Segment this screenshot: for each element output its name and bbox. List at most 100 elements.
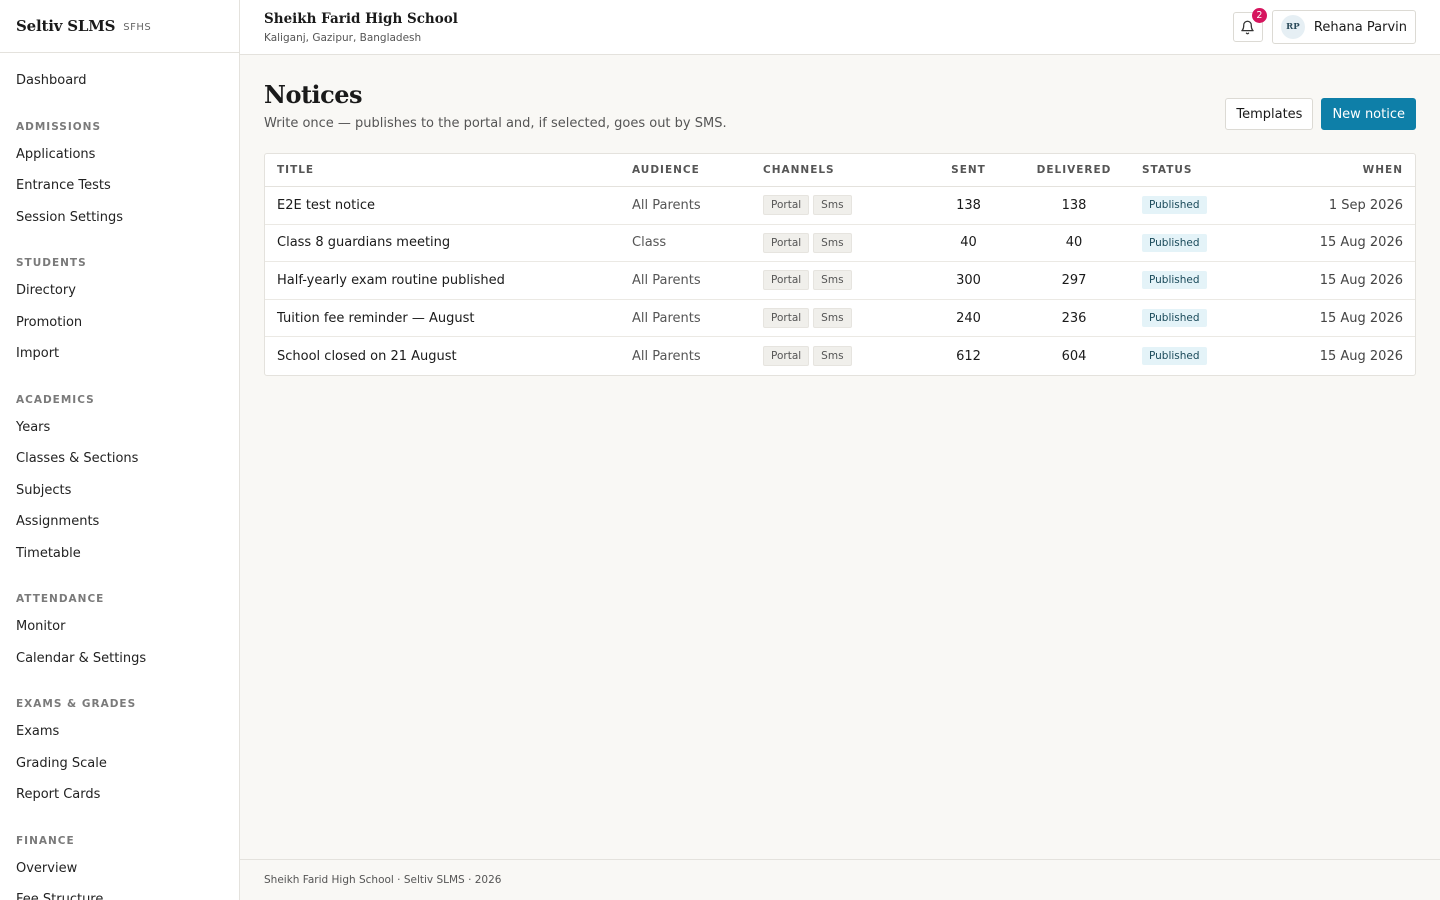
bell-icon [1241, 20, 1255, 34]
notice-delivered-count: 40 [1065, 235, 1083, 251]
footer: Sheikh Farid High School · Seltiv SLMS ·… [240, 859, 1440, 900]
sidebar: Seltiv SLMS SFHS Dashboard ADMISSIONS App… [0, 0, 240, 900]
notice-title[interactable]: School closed on 21 August [277, 349, 632, 364]
page-subtitle: Write once — publishes to the portal and… [264, 116, 727, 131]
notice-sent-count: 240 [956, 310, 981, 326]
sidebar-item-classes-and-sections[interactable]: Classes & Sections [0, 443, 239, 475]
notice-audience: All Parents [632, 310, 701, 326]
channel-chip: Portal [763, 346, 810, 367]
channel-chip: Portal [763, 232, 810, 253]
notice-title[interactable]: Half-yearly exam routine published [277, 273, 632, 288]
notice-delivered-count: 138 [1061, 197, 1087, 213]
status-badge: Published [1142, 196, 1207, 215]
notice-channels: Portal Sms [763, 195, 931, 216]
sidebar-item-calendar-and-settings[interactable]: Calendar & Settings [0, 643, 239, 675]
table-row[interactable]: E2E test notice All Parents Portal Sms 138 13… [265, 187, 1415, 225]
table-row[interactable]: School closed on 21 August All Parents Por… [265, 337, 1415, 375]
column-header-delivered[interactable]: DELIVERED [1006, 164, 1142, 176]
channel-chip: Sms [813, 195, 852, 216]
sidebar-item-entrance-tests[interactable]: Entrance Tests [0, 170, 239, 202]
table-row[interactable]: Class 8 guardians meeting Class Portal Sms 4… [265, 225, 1415, 263]
sidebar-item-grading-scale[interactable]: Grading Scale [0, 748, 239, 780]
notice-audience: All Parents [632, 272, 701, 288]
new-notice-button[interactable]: New notice [1321, 98, 1416, 130]
notice-date: 15 Aug 2026 [1319, 272, 1403, 288]
channel-chip: Portal [763, 195, 810, 216]
notice-sent-count: 40 [960, 235, 977, 251]
channel-chip: Sms [813, 308, 852, 329]
school-info: Sheikh Farid High School Kaliganj, Gazip… [264, 11, 458, 44]
sidebar-item-exams[interactable]: Exams [0, 716, 239, 748]
avatar: RP [1280, 15, 1305, 39]
sidebar-item-promotion[interactable]: Promotion [0, 307, 239, 339]
notice-date: 15 Aug 2026 [1319, 348, 1403, 364]
notification-count-badge: 2 [1251, 8, 1267, 23]
status-badge: Published [1142, 347, 1207, 366]
table-header-row: TITLE AUDIENCE CHANNELS SENT DELIVERED S… [265, 154, 1415, 187]
sidebar-item-years[interactable]: Years [0, 412, 239, 444]
notice-date: 15 Aug 2026 [1319, 310, 1403, 326]
sidebar-item-applications[interactable]: Applications [0, 139, 239, 171]
notice-title[interactable]: E2E test notice [277, 198, 632, 213]
sidebar-item-monitor[interactable]: Monitor [0, 611, 239, 643]
column-header-sent[interactable]: SENT [931, 164, 1006, 176]
sidebar-section-admissions: ADMISSIONS [16, 120, 102, 133]
user-name: Rehana Parvin [1313, 19, 1407, 35]
notice-title[interactable]: Tuition fee reminder — August [277, 311, 632, 326]
sidebar-section-exams-and-grades: EXAMS & GRADES [16, 698, 137, 710]
sidebar-section-attendance: ATTENDANCE [16, 593, 105, 605]
notice-channels: Portal Sms [763, 346, 931, 367]
sidebar-item-directory[interactable]: Directory [0, 275, 239, 307]
templates-button[interactable]: Templates [1225, 98, 1314, 130]
sidebar-item-overview[interactable]: Overview [0, 853, 239, 885]
column-header-channels[interactable]: CHANNELS [763, 164, 931, 176]
table-row[interactable]: Tuition fee reminder — August All Parents… [265, 300, 1415, 338]
page-actions: Templates New notice [1225, 98, 1416, 130]
sidebar-item-import[interactable]: Import [0, 338, 239, 370]
notice-status: Published [1142, 347, 1234, 366]
notice-channels: Portal Sms [763, 232, 931, 253]
notice-audience: Class [632, 235, 667, 251]
table-row[interactable]: Half-yearly exam routine published All Pa… [265, 262, 1415, 300]
brand[interactable]: Seltiv SLMS SFHS [0, 0, 239, 53]
sidebar-item-report-cards[interactable]: Report Cards [0, 779, 239, 811]
column-header-status[interactable]: STATUS [1142, 164, 1234, 176]
notifications-button[interactable]: 2 [1232, 8, 1267, 42]
page-title: Notices [264, 80, 363, 109]
channel-chip: Portal [763, 270, 810, 291]
notice-delivered-count: 297 [1061, 272, 1087, 288]
page-header: Notices Write once — publishes to the po… [264, 55, 1416, 131]
column-header-audience[interactable]: AUDIENCE [632, 164, 763, 176]
notice-title[interactable]: Class 8 guardians meeting [277, 235, 632, 250]
column-header-when[interactable]: WHEN [1234, 164, 1403, 176]
channel-chip: Portal [763, 308, 810, 329]
sidebar-item-session-settings[interactable]: Session Settings [0, 202, 239, 234]
sidebar-item-subjects[interactable]: Subjects [0, 475, 239, 507]
notice-date: 15 Aug 2026 [1319, 235, 1403, 251]
channel-chip: Sms [813, 232, 852, 253]
channel-chip: Sms [813, 270, 852, 291]
school-name: Sheikh Farid High School [264, 10, 458, 27]
status-badge: Published [1142, 309, 1207, 328]
sidebar-nav: Dashboard ADMISSIONS Applications Entrance… [0, 53, 239, 900]
notice-channels: Portal Sms [763, 270, 931, 291]
notice-status: Published [1142, 233, 1234, 252]
sidebar-item-fee-structure[interactable]: Fee Structure [0, 884, 239, 900]
sidebar-section-finance: FINANCE [16, 834, 75, 847]
notice-status: Published [1142, 271, 1234, 290]
column-header-title[interactable]: TITLE [277, 164, 632, 176]
sidebar-item-timetable[interactable]: Timetable [0, 538, 239, 570]
user-menu-button[interactable]: RP Rehana Parvin [1271, 10, 1416, 44]
brand-name: Seltiv SLMS [16, 17, 116, 35]
school-location: Kaliganj, Gazipur, Bangladesh [264, 31, 422, 44]
status-badge: Published [1142, 271, 1207, 290]
brand-code: SFHS [123, 22, 152, 33]
notice-sent-count: 612 [956, 348, 981, 364]
notice-delivered-count: 236 [1061, 310, 1087, 326]
notice-status: Published [1142, 309, 1234, 328]
status-badge: Published [1142, 233, 1207, 252]
sidebar-section-students: STUDENTS [16, 257, 87, 269]
sidebar-item-dashboard[interactable]: Dashboard [0, 65, 239, 97]
sidebar-item-assignments[interactable]: Assignments [0, 506, 239, 538]
topbar: Sheikh Farid High School Kaliganj, Gazip… [240, 0, 1440, 55]
